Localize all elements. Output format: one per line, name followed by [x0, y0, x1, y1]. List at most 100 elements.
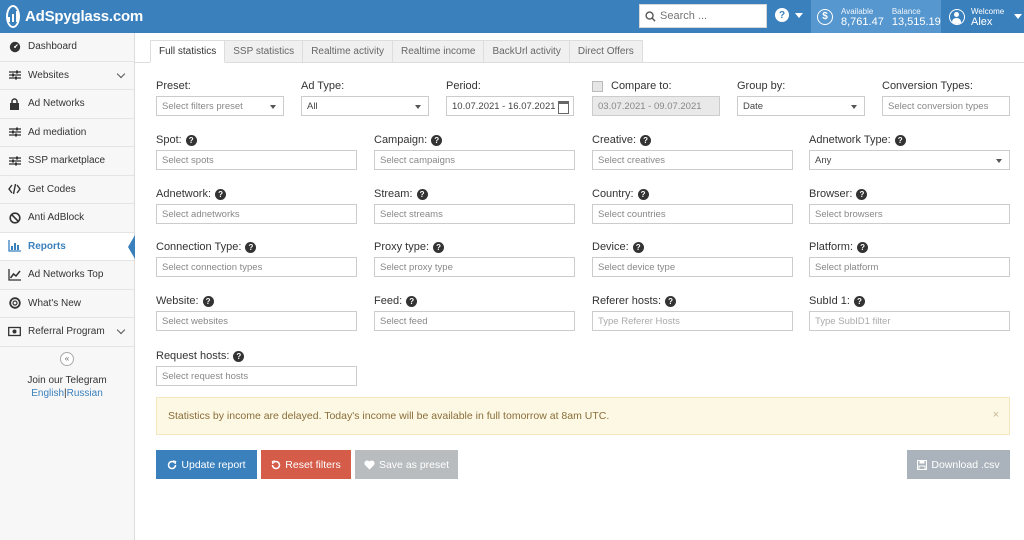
preset-select[interactable]: Select filters preset: [156, 96, 284, 116]
search-input[interactable]: [660, 10, 760, 22]
label-text: Country:: [592, 188, 634, 200]
spot-select[interactable]: Select spots: [156, 150, 357, 170]
save-preset-button[interactable]: Save as preset: [355, 450, 458, 479]
label-text: Stream:: [374, 188, 413, 200]
sidebar-item-get-codes[interactable]: Get Codes: [0, 176, 134, 204]
sidebar-item-dashboard[interactable]: Dashboard: [0, 33, 134, 62]
website-select[interactable]: Select websites: [156, 311, 357, 331]
creative-select[interactable]: Select creatives: [592, 150, 793, 170]
help-icon[interactable]: ?: [637, 188, 649, 200]
request-hosts-select[interactable]: Select request hosts: [156, 366, 357, 386]
adnetwork-label: Adnetwork:?: [156, 187, 227, 201]
label-text: Adnetwork:: [156, 188, 212, 200]
download-csv-button[interactable]: Download .csv: [907, 450, 1010, 479]
label-text: Website:: [156, 295, 199, 307]
label-text: Creative:: [592, 134, 637, 146]
dollar-icon: $: [817, 8, 833, 25]
help-menu-button[interactable]: ?: [775, 8, 803, 22]
help-icon[interactable]: ?: [431, 134, 443, 146]
label-text: Ad Type:: [301, 80, 345, 92]
help-icon[interactable]: ?: [640, 134, 652, 146]
group-by-select[interactable]: Date: [737, 96, 865, 116]
help-icon[interactable]: ?: [433, 241, 445, 253]
proxy-type-select[interactable]: Select proxy type: [374, 257, 575, 277]
device-select[interactable]: Select device type: [592, 257, 793, 277]
adnetwork-type-label: Adnetwork Type:?: [809, 133, 906, 147]
website-label: Website:?: [156, 294, 214, 308]
tab-full-statistics[interactable]: Full statistics: [150, 40, 226, 63]
period-label: Period:: [446, 79, 481, 93]
help-icon[interactable]: ?: [406, 295, 418, 307]
platform-select[interactable]: Select platform: [809, 257, 1010, 277]
sliders-icon: [8, 69, 21, 82]
connection-type-select[interactable]: Select connection types: [156, 257, 357, 277]
sidebar-item-ssp-marketplace[interactable]: SSP marketplace: [0, 147, 134, 176]
tab-realtime-activity[interactable]: Realtime activity: [303, 40, 393, 63]
sidebar-item-reports[interactable]: Reports: [0, 232, 135, 261]
lifebuoy-icon: [8, 297, 21, 310]
available-value: 8,761.47: [841, 15, 884, 28]
close-icon[interactable]: ×: [993, 409, 999, 421]
campaign-select[interactable]: Select campaigns: [374, 150, 575, 170]
search-box[interactable]: [639, 4, 767, 28]
browser-select[interactable]: Select browsers: [809, 204, 1010, 224]
sidebar-item-label: Websites: [28, 69, 69, 81]
adnetwork-select[interactable]: Select adnetworks: [156, 204, 357, 224]
help-icon[interactable]: ?: [215, 188, 227, 200]
button-label: Download .csv: [931, 458, 1000, 471]
help-icon[interactable]: ?: [632, 241, 644, 253]
help-icon[interactable]: ?: [894, 134, 906, 146]
help-icon[interactable]: ?: [202, 295, 214, 307]
group-by-label: Group by:: [737, 79, 785, 93]
country-select[interactable]: Select countries: [592, 204, 793, 224]
ad-type-label: Ad Type:: [301, 79, 344, 93]
help-icon[interactable]: ?: [185, 134, 197, 146]
sidebar-item-label: Anti AdBlock: [28, 212, 85, 224]
sidebar-item-ad-mediation[interactable]: Ad mediation: [0, 119, 134, 147]
referer-hosts-input[interactable]: Type Referer Hosts: [592, 311, 793, 331]
reset-filters-button[interactable]: Reset filters: [261, 450, 351, 479]
help-icon[interactable]: ?: [245, 241, 257, 253]
tab-realtime-income[interactable]: Realtime income: [393, 40, 485, 63]
help-icon[interactable]: ?: [853, 295, 865, 307]
welcome-label: Welcome: [971, 6, 1005, 16]
chevron-down-icon: [116, 69, 126, 78]
telegram-russian-link[interactable]: Russian: [67, 388, 103, 399]
sidebar-item-ad-networks[interactable]: Ad Networks: [0, 90, 134, 119]
tab-direct-offers[interactable]: Direct Offers: [569, 40, 643, 63]
sidebar-item-label: Referral Program: [28, 326, 105, 338]
help-icon[interactable]: ?: [856, 188, 868, 200]
platform-label: Platform:?: [809, 240, 869, 254]
user-menu[interactable]: Welcome Alex: [941, 0, 1024, 33]
conversion-types-label: Conversion Types:: [882, 79, 973, 93]
stream-select[interactable]: Select streams: [374, 204, 575, 224]
sidebar-item-ad-networks-top[interactable]: Ad Networks Top: [0, 261, 134, 290]
period-datepicker[interactable]: 10.07.2021 - 16.07.2021: [446, 96, 574, 116]
caret-down-icon: [1014, 14, 1023, 19]
feed-select[interactable]: Select feed: [374, 311, 575, 331]
sidebar-item-websites[interactable]: Websites: [0, 62, 134, 90]
user-icon: [949, 8, 965, 25]
help-icon[interactable]: ?: [233, 350, 245, 362]
tab-ssp-statistics[interactable]: SSP statistics: [225, 40, 304, 63]
sidebar-item-whats-new[interactable]: What's New: [0, 290, 134, 318]
compare-to-checkbox[interactable]: [592, 80, 603, 92]
telegram-english-link[interactable]: English: [31, 388, 64, 399]
conversion-types-select[interactable]: Select conversion types: [882, 96, 1010, 116]
subid-input[interactable]: Type SubID1 filter: [809, 311, 1010, 331]
campaign-label: Campaign:?: [374, 133, 443, 147]
help-icon[interactable]: ?: [857, 241, 869, 253]
adnetwork-type-select[interactable]: Any: [809, 150, 1010, 170]
help-icon[interactable]: ?: [665, 295, 677, 307]
help-icon[interactable]: ?: [416, 188, 428, 200]
update-report-button[interactable]: Update report: [156, 450, 257, 479]
ad-type-select[interactable]: All: [301, 96, 429, 116]
balance-block[interactable]: $ Available 8,761.47 Balance 13,515.19: [811, 0, 941, 33]
collapse-sidebar-button[interactable]: «: [60, 351, 74, 366]
tab-backurl-activity[interactable]: BackUrl activity: [484, 40, 570, 63]
sidebar-item-anti-adblock[interactable]: Anti AdBlock: [0, 204, 134, 233]
sidebar-item-referral-program[interactable]: Referral Program: [0, 318, 134, 347]
sidebar: Dashboard Websites Ad Networks Ad mediat…: [0, 33, 135, 540]
brand-logo[interactable]: AdSpyglass.com: [0, 0, 143, 33]
label-text: SubId 1:: [809, 295, 850, 307]
